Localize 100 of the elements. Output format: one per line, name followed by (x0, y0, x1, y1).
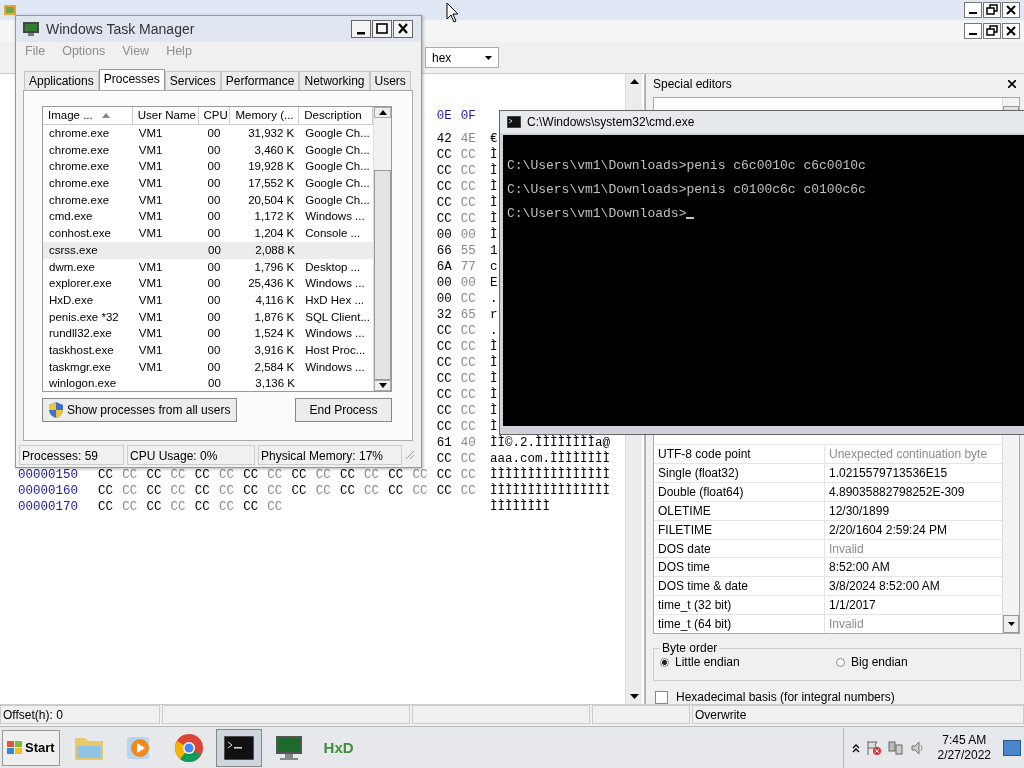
byte-value: CC (436, 355, 453, 371)
table-cell-text: 00 (206, 176, 222, 192)
tab[interactable]: Applications (24, 71, 99, 90)
end-process-button[interactable]: End Process (295, 398, 392, 422)
tab[interactable]: Networking (299, 71, 370, 90)
column-header[interactable]: Image ... (43, 107, 133, 124)
process-row[interactable]: chrome.exe VM1 00 19,928 K Google Ch... (43, 158, 373, 176)
decoded-text: 1 (489, 243, 499, 259)
minimize-icon[interactable] (964, 2, 982, 18)
show-desktop-button[interactable] (1003, 739, 1021, 756)
close-icon[interactable] (393, 20, 413, 38)
maximize-icon[interactable] (372, 20, 392, 38)
byte-value: CC (436, 451, 453, 467)
up-arrow-icon[interactable] (378, 110, 387, 115)
table-cell-text: Desktop ... (304, 259, 362, 275)
taskbar-button[interactable] (215, 728, 262, 767)
down-arrow-icon[interactable] (1007, 622, 1015, 626)
column-header: 0E (436, 108, 453, 125)
column-header[interactable]: Memory (... (230, 107, 300, 124)
clock-time[interactable]: 7:45 AM (942, 732, 987, 748)
down-arrow-icon[interactable] (629, 694, 639, 699)
table-cell-text: csrss.exe (48, 242, 99, 258)
field-value: 4.89035882798252E-309 (828, 483, 965, 501)
field-value: Invalid (828, 540, 864, 558)
close-icon[interactable] (1002, 23, 1020, 39)
table-cell-text: VM1 (137, 159, 164, 175)
close-icon[interactable] (1008, 80, 1016, 88)
byte-value: CC (436, 211, 453, 227)
byte-value: CC (460, 483, 477, 499)
table-cell-text: 00 (206, 209, 222, 225)
process-row[interactable]: conhost.exe VM1 00 1,204 K Console ... (43, 225, 373, 242)
column-header[interactable]: User Name (132, 107, 199, 124)
byte-value: CC (388, 467, 405, 483)
field-value: 1/1/2017 (828, 597, 876, 615)
byte-value: CC (460, 211, 477, 227)
process-row[interactable]: penis.exe *32 VM1 00 1,876 K SQL Client... (43, 308, 373, 326)
tab[interactable]: Users (369, 71, 411, 90)
column-header[interactable]: CPU (198, 107, 231, 124)
process-row[interactable]: chrome.exe VM1 00 3,460 K Google Ch... (43, 141, 373, 159)
restore-icon[interactable] (983, 23, 1001, 39)
process-row[interactable]: cmd.exe VM1 00 1,172 K Windows ... (43, 208, 373, 226)
process-row[interactable]: chrome.exe VM1 00 17,552 K Google Ch... (43, 175, 373, 192)
close-icon[interactable] (1002, 2, 1020, 18)
checkbox[interactable] (655, 690, 668, 704)
table-cell-text: VM1 (137, 342, 164, 358)
table-cell-text: Windows ... (304, 326, 366, 342)
option-label: Big endian (851, 655, 908, 669)
byte-value: 77 (460, 259, 477, 275)
byte-value: CC (460, 339, 477, 355)
process-row[interactable]: dwm.exe VM1 00 1,796 K Desktop ... (43, 258, 373, 276)
down-arrow-icon[interactable] (378, 383, 387, 388)
process-row[interactable]: explorer.exe VM1 00 25,436 K Windows ... (43, 275, 373, 292)
table-cell-text: winlogon.exe (48, 376, 118, 391)
start-button[interactable]: Start (2, 729, 60, 766)
table-cell-text: HxD Hex ... (304, 292, 366, 308)
table-cell-text: Google Ch... (304, 126, 371, 141)
restore-icon[interactable] (983, 2, 1001, 18)
process-row[interactable]: winlogon.exe 00 3,136 K (43, 375, 373, 391)
byte-value: 00 (460, 227, 477, 243)
clock-date[interactable]: 2/27/2022 (937, 747, 991, 763)
decoded-text: Ì (489, 339, 499, 355)
mode-dropdown[interactable]: hex (425, 47, 499, 68)
table-cell-text: 1,876 K (253, 309, 296, 325)
flag-icon[interactable] (865, 739, 882, 756)
tab[interactable]: Processes (98, 69, 165, 90)
resize-grip-icon[interactable] (405, 450, 415, 460)
tab[interactable]: Performance (220, 71, 300, 90)
table-cell-text: Host Proc... (304, 342, 367, 358)
show-all-button[interactable]: Show processes from all users (42, 398, 238, 422)
speaker-icon[interactable] (909, 739, 926, 756)
process-row[interactable]: HxD.exe VM1 00 4,116 K HxD Hex ... (43, 291, 373, 309)
table-cell-text: chrome.exe (48, 159, 111, 175)
option-label: Little endian (675, 655, 740, 669)
offset-label: 00000170 (18, 499, 79, 515)
radio-option[interactable]: Little endian (660, 655, 836, 669)
chevron-icon[interactable] (851, 742, 860, 753)
up-arrow-icon[interactable] (629, 79, 639, 84)
table-cell-text: SQL Client... (304, 309, 371, 325)
scrollbar[interactable] (373, 107, 391, 391)
process-row[interactable]: chrome.exe VM1 00 20,504 K Google Ch... (43, 191, 373, 209)
radio-option[interactable]: Big endian (836, 655, 1012, 669)
table-cell-text: 1,172 K (253, 209, 296, 225)
minimize-icon[interactable] (351, 20, 371, 38)
byte-value: 00 (436, 291, 453, 307)
table-cell-text: VM1 (137, 259, 164, 275)
process-row[interactable]: taskhost.exe VM1 00 3,916 K Host Proc... (43, 341, 373, 359)
process-row[interactable]: chrome.exe VM1 00 31,932 K Google Ch... (43, 125, 373, 142)
radio-button[interactable] (836, 657, 845, 667)
byte-value: 32 (436, 307, 453, 323)
byte-value: 61 (436, 435, 453, 451)
network-icon[interactable] (887, 739, 904, 756)
tab[interactable]: Services (164, 71, 221, 90)
radio-button[interactable] (660, 657, 669, 667)
table-cell-text: VM1 (137, 192, 164, 208)
byte-value: CC (267, 483, 284, 499)
process-row[interactable]: csrss.exe 00 2,088 K (43, 241, 373, 259)
minimize-icon[interactable] (964, 23, 982, 39)
byte-value: CC (98, 483, 114, 499)
process-row[interactable]: rundll32.exe VM1 00 1,524 K Windows ... (43, 325, 373, 342)
process-row[interactable]: taskmgr.exe VM1 00 2,584 K Windows ... (43, 358, 373, 376)
